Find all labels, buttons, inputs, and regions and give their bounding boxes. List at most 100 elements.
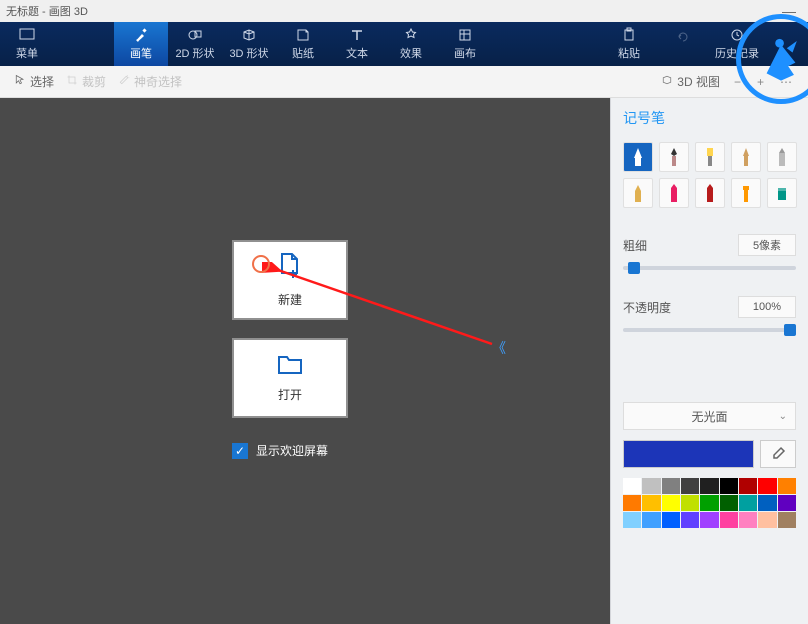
- palette-swatch[interactable]: [739, 478, 757, 494]
- palette-swatch[interactable]: [700, 495, 718, 511]
- effects-icon: [403, 27, 419, 43]
- ribbon-history[interactable]: 历史记录: [710, 22, 764, 66]
- ribbon-effects[interactable]: 效果: [384, 22, 438, 66]
- checkbox-icon: ✓: [232, 443, 248, 459]
- palette-swatch[interactable]: [681, 512, 699, 528]
- palette-swatch[interactable]: [642, 512, 660, 528]
- palette-swatch[interactable]: [623, 478, 641, 494]
- right-panel: 记号笔 粗细 5像素 不透明度 100% 无光面 ⌄: [610, 98, 808, 624]
- ribbon-text[interactable]: 文本: [330, 22, 384, 66]
- sub-toolbar: 选择 裁剪 神奇选择 3D 视图 − + ⋯: [0, 66, 808, 98]
- palette-swatch[interactable]: [778, 512, 796, 528]
- brush-calligraphy[interactable]: [659, 142, 689, 172]
- minimize-button[interactable]: —: [776, 3, 802, 19]
- paste-icon: [621, 27, 637, 43]
- palette-swatch[interactable]: [662, 495, 680, 511]
- ribbon-2d-label: 2D 形状: [175, 45, 214, 61]
- ribbon-3d[interactable]: 3D 形状: [222, 22, 276, 66]
- palette-swatch[interactable]: [778, 478, 796, 494]
- brush-eraser[interactable]: [623, 178, 653, 208]
- ribbon-brush[interactable]: 画笔: [114, 22, 168, 66]
- palette-swatch[interactable]: [758, 512, 776, 528]
- text-icon: [349, 27, 365, 43]
- thickness-row: 粗细 5像素: [623, 234, 796, 256]
- brush-spray[interactable]: [731, 178, 761, 208]
- ribbon-undo: [656, 22, 710, 66]
- palette-swatch[interactable]: [758, 495, 776, 511]
- magic-label: 神奇选择: [134, 73, 182, 90]
- new-button[interactable]: 新建: [232, 240, 348, 320]
- titlebar: 无标题 - 画图 3D —: [0, 0, 808, 22]
- palette-swatch[interactable]: [662, 478, 680, 494]
- ribbon-menu-label: 菜单: [16, 45, 38, 61]
- show-welcome-checkbox-row[interactable]: ✓ 显示欢迎屏幕: [232, 442, 328, 459]
- ribbon-text-label: 文本: [346, 45, 368, 61]
- ribbon-canvas[interactable]: 画布: [438, 22, 492, 66]
- menu-icon: [19, 27, 35, 43]
- open-button[interactable]: 打开: [232, 338, 348, 418]
- palette-swatch[interactable]: [681, 478, 699, 494]
- palette-swatch[interactable]: [739, 495, 757, 511]
- zoom-out-button[interactable]: −: [726, 71, 749, 93]
- opacity-input[interactable]: 100%: [738, 296, 796, 318]
- palette-swatch[interactable]: [642, 478, 660, 494]
- magic-select-tool: 神奇选择: [112, 69, 188, 94]
- more-button[interactable]: ⋯: [772, 71, 800, 93]
- ribbon-paste[interactable]: 粘贴: [602, 22, 656, 66]
- brush-fill[interactable]: [767, 178, 797, 208]
- color-palette: [623, 478, 796, 528]
- ribbon-3d-label: 3D 形状: [229, 45, 268, 61]
- ribbon-canvas-label: 画布: [454, 45, 476, 61]
- new-label: 新建: [278, 291, 302, 308]
- select-tool[interactable]: 选择: [8, 69, 60, 94]
- palette-swatch[interactable]: [662, 512, 680, 528]
- palette-swatch[interactable]: [623, 495, 641, 511]
- thickness-input[interactable]: 5像素: [738, 234, 796, 256]
- ribbon-menu[interactable]: 菜单: [0, 22, 54, 66]
- show-welcome-label: 显示欢迎屏幕: [256, 442, 328, 459]
- ribbon-undo-label: [681, 47, 684, 59]
- brush-crayon[interactable]: [659, 178, 689, 208]
- palette-swatch[interactable]: [720, 512, 738, 528]
- thickness-slider[interactable]: [623, 266, 796, 270]
- brush-icon: [133, 27, 149, 43]
- opacity-slider[interactable]: [623, 328, 796, 332]
- palette-swatch[interactable]: [739, 512, 757, 528]
- palette-swatch[interactable]: [720, 478, 738, 494]
- finish-label: 无光面: [691, 408, 727, 425]
- zoom-in-button[interactable]: +: [749, 71, 772, 93]
- palette-swatch[interactable]: [623, 512, 641, 528]
- ribbon: 菜单 画笔 2D 形状 3D 形状 贴纸 文本 效果: [0, 22, 808, 66]
- finish-select[interactable]: 无光面 ⌄: [623, 402, 796, 430]
- welcome-dialog: 新建 打开 ✓ 显示欢迎屏幕: [210, 240, 370, 459]
- palette-swatch[interactable]: [642, 495, 660, 511]
- brush-watercolor[interactable]: [731, 142, 761, 172]
- crop-icon: [66, 74, 78, 89]
- ribbon-2d[interactable]: 2D 形状: [168, 22, 222, 66]
- opacity-row: 不透明度 100%: [623, 296, 796, 318]
- brush-grid: [623, 142, 796, 208]
- palette-swatch[interactable]: [700, 478, 718, 494]
- panel-title: 记号笔: [623, 108, 796, 128]
- brush-pencil[interactable]: [767, 142, 797, 172]
- palette-swatch[interactable]: [778, 495, 796, 511]
- brush-pixel[interactable]: [695, 178, 725, 208]
- palette-swatch[interactable]: [700, 512, 718, 528]
- brush-marker[interactable]: [623, 142, 653, 172]
- history-icon: [729, 27, 745, 43]
- view3d-tool[interactable]: 3D 视图: [655, 69, 726, 94]
- current-color-swatch[interactable]: [623, 440, 754, 468]
- brush-oil[interactable]: [695, 142, 725, 172]
- ribbon-brush-label: 画笔: [130, 45, 152, 61]
- eyedropper-button[interactable]: [760, 440, 796, 468]
- palette-swatch[interactable]: [681, 495, 699, 511]
- folder-icon: [277, 353, 303, 378]
- ribbon-stickers[interactable]: 贴纸: [276, 22, 330, 66]
- cursor-icon: [14, 74, 26, 89]
- palette-swatch[interactable]: [720, 495, 738, 511]
- color-row: [623, 440, 796, 468]
- palette-swatch[interactable]: [758, 478, 776, 494]
- canvas-area[interactable]: 《 新建 打开 ✓ 显示欢迎屏幕: [0, 98, 610, 624]
- ribbon-stickers-label: 贴纸: [292, 45, 314, 61]
- window-title: 无标题 - 画图 3D: [6, 3, 776, 19]
